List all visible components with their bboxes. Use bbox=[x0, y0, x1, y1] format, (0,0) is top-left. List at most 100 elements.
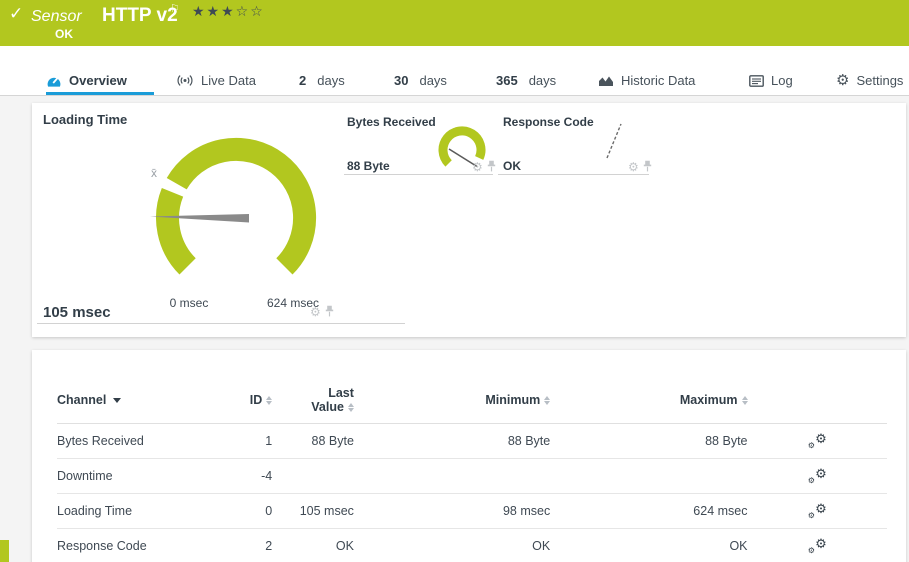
area-chart-icon bbox=[598, 74, 614, 87]
channel-settings-icon[interactable]: ⚙⚙ bbox=[808, 538, 827, 555]
channel-table-panel: Channel ID Last Value bbox=[32, 350, 906, 562]
channel-name[interactable]: Downtime bbox=[57, 469, 113, 483]
channel-id: -4 bbox=[241, 469, 272, 483]
tab-bar: Overview Live Data 2 days 30 days 365 da… bbox=[0, 46, 909, 96]
tab-number: 2 bbox=[299, 73, 306, 88]
sensor-name: HTTP v2 bbox=[102, 5, 178, 27]
channel-name[interactable]: Loading Time bbox=[57, 504, 132, 518]
tab-number: 365 bbox=[496, 73, 518, 88]
column-header-last-value[interactable]: Last Value bbox=[272, 386, 354, 414]
table-row: Downtime -4 ⚙⚙ bbox=[57, 459, 887, 494]
divider bbox=[37, 323, 405, 324]
channel-id: 1 bbox=[241, 434, 272, 448]
channel-id: 2 bbox=[241, 539, 272, 553]
sort-desc-icon bbox=[113, 398, 121, 403]
bytes-received-value: 88 Byte bbox=[347, 159, 390, 173]
gear-icon[interactable]: ⚙ bbox=[310, 306, 321, 318]
tab-label: Settings bbox=[856, 73, 903, 88]
tab-label: days bbox=[529, 73, 556, 88]
tab-settings[interactable]: ⚙ Settings bbox=[836, 73, 903, 88]
tab-label: days bbox=[317, 73, 344, 88]
channel-maximum: OK bbox=[550, 539, 747, 553]
tab-30-days[interactable]: 30 days bbox=[394, 73, 447, 88]
column-header-channel[interactable]: Channel bbox=[57, 393, 241, 407]
flag-icon[interactable]: ⚐ bbox=[170, 2, 180, 15]
average-marker: x̄ bbox=[151, 166, 157, 180]
bytes-received-footer-icons: ⚙ bbox=[472, 160, 496, 173]
tab-2-days[interactable]: 2 days bbox=[299, 73, 345, 88]
channel-minimum: 88 Byte bbox=[354, 434, 550, 448]
channel-name[interactable]: Bytes Received bbox=[57, 434, 144, 448]
tab-label: Historic Data bbox=[621, 73, 695, 88]
bytes-received-gauge-arc bbox=[443, 131, 481, 163]
column-header-minimum[interactable]: Minimum bbox=[354, 393, 550, 407]
response-code-footer-icons: ⚙ bbox=[628, 160, 652, 173]
tab-365-days[interactable]: 365 days bbox=[496, 73, 556, 88]
loading-time-gauge-arc bbox=[168, 149, 305, 266]
sort-icon bbox=[742, 396, 748, 405]
tab-label: Live Data bbox=[201, 73, 256, 88]
loading-time-footer-icons: ⚙ bbox=[310, 305, 334, 318]
channel-last-value: OK bbox=[272, 539, 354, 553]
tab-overview[interactable]: Overview bbox=[46, 73, 127, 88]
column-header-maximum[interactable]: Maximum bbox=[550, 393, 747, 407]
sensor-status-text: OK bbox=[55, 27, 73, 41]
pin-icon[interactable] bbox=[643, 160, 652, 173]
gear-icon[interactable]: ⚙ bbox=[628, 161, 639, 173]
gauge-scale-min: 0 msec bbox=[165, 296, 213, 310]
channel-minimum: OK bbox=[354, 539, 550, 553]
gear-icon: ⚙ bbox=[836, 73, 849, 88]
divider bbox=[498, 174, 649, 175]
channel-settings-icon[interactable]: ⚙⚙ bbox=[808, 503, 827, 520]
object-type-label: Sensor bbox=[31, 8, 82, 26]
gauge-icon bbox=[46, 74, 62, 88]
prtg-sensor-page: ✓ Sensor HTTP v2 ⚐ ★★★☆☆ OK Overview Liv… bbox=[0, 0, 909, 562]
channel-last-value: 105 msec bbox=[272, 504, 354, 518]
log-list-icon bbox=[749, 75, 764, 87]
priority-stars[interactable]: ★★★☆☆ bbox=[192, 3, 265, 20]
channel-last-value: 88 Byte bbox=[272, 434, 354, 448]
gauge-title-response-code: Response Code bbox=[503, 115, 594, 129]
tab-label: Overview bbox=[69, 73, 127, 88]
tab-label: Log bbox=[771, 73, 793, 88]
gauges-graphics bbox=[32, 103, 906, 337]
column-header-id[interactable]: ID bbox=[241, 393, 272, 407]
header-label: Channel bbox=[57, 393, 106, 407]
gauge-title-bytes-received: Bytes Received bbox=[347, 115, 436, 129]
pin-icon[interactable] bbox=[325, 305, 334, 318]
header-label: ID bbox=[250, 393, 263, 407]
tab-historic-data[interactable]: Historic Data bbox=[598, 73, 695, 88]
channel-id: 0 bbox=[241, 504, 272, 518]
tab-number: 30 bbox=[394, 73, 408, 88]
channel-maximum: 88 Byte bbox=[550, 434, 747, 448]
table-row: Response Code 2 OK OK OK ⚙⚙ bbox=[57, 529, 887, 562]
broadcast-icon bbox=[176, 74, 194, 87]
header-label: Maximum bbox=[680, 393, 738, 407]
background-element-sliver bbox=[0, 540, 9, 562]
sensor-header-bar: ✓ Sensor HTTP v2 ⚐ ★★★☆☆ OK bbox=[0, 0, 909, 46]
loading-time-value: 105 msec bbox=[43, 304, 111, 321]
pin-icon[interactable] bbox=[487, 160, 496, 173]
header-label: Value bbox=[311, 400, 344, 414]
channel-minimum: 98 msec bbox=[354, 504, 550, 518]
header-label: Last bbox=[328, 386, 354, 400]
channel-name[interactable]: Response Code bbox=[57, 539, 147, 553]
table-row: Loading Time 0 105 msec 98 msec 624 msec… bbox=[57, 494, 887, 529]
response-code-gauge-needle bbox=[607, 124, 621, 158]
channel-table: Channel ID Last Value bbox=[57, 377, 887, 562]
channel-settings-icon[interactable]: ⚙⚙ bbox=[808, 433, 827, 450]
channel-settings-icon[interactable]: ⚙⚙ bbox=[808, 468, 827, 485]
active-tab-underline bbox=[46, 92, 154, 95]
tab-label: days bbox=[419, 73, 446, 88]
header-label: Minimum bbox=[485, 393, 540, 407]
divider bbox=[344, 174, 493, 175]
table-header-row: Channel ID Last Value bbox=[57, 377, 887, 424]
gear-icon[interactable]: ⚙ bbox=[472, 161, 483, 173]
table-row: Bytes Received 1 88 Byte 88 Byte 88 Byte… bbox=[57, 424, 887, 459]
overview-gauges-panel: Loading Time x̄ 0 msec 624 msec 105 msec… bbox=[32, 103, 906, 337]
status-ok-check-icon: ✓ bbox=[9, 4, 23, 24]
response-code-value: OK bbox=[503, 159, 521, 173]
tab-live-data[interactable]: Live Data bbox=[176, 73, 256, 88]
tab-log[interactable]: Log bbox=[749, 73, 793, 88]
channel-maximum: 624 msec bbox=[550, 504, 747, 518]
